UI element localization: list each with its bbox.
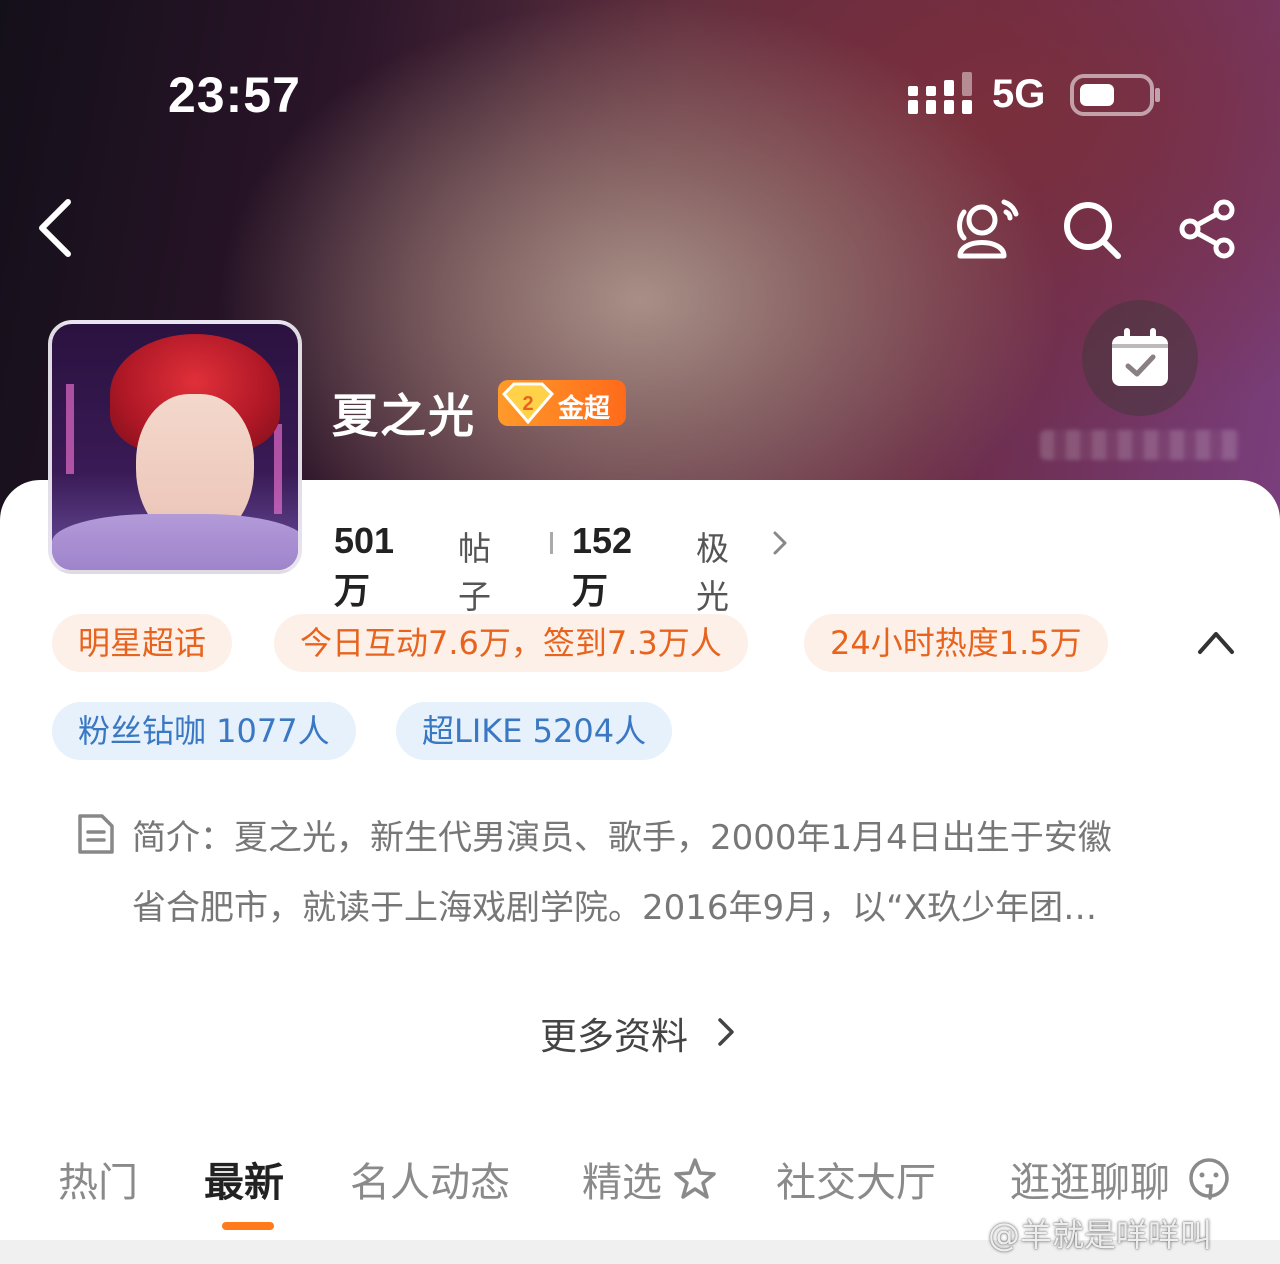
topic-name: 夏之光 (332, 389, 476, 443)
tag-fan-diamond[interactable]: 粉丝钻咖 1077人 (52, 702, 356, 760)
status-time: 23:57 (168, 67, 301, 123)
watermark: @羊就是咩咩叫 (988, 1216, 1213, 1254)
tag-24h-heat[interactable]: 24小时热度1.5万 (804, 614, 1108, 672)
stage-light (66, 384, 74, 474)
status-bar: 23:57 5G (0, 0, 1280, 190)
posts-count: 501万 (334, 520, 395, 611)
stage-light (274, 424, 282, 514)
chevron-right-icon (718, 1018, 734, 1046)
more-info-label: 更多资料 (540, 1015, 688, 1058)
diamond-icon: 2 (501, 382, 555, 424)
profile-card (0, 480, 1280, 1264)
avatar[interactable] (48, 320, 302, 574)
tab-celebrity-updates[interactable]: 名人动态 (350, 1150, 510, 1208)
chevron-up-icon[interactable] (1196, 628, 1236, 656)
more-info-link[interactable]: 更多资料 (540, 1006, 734, 1060)
network-label: 5G (992, 72, 1046, 116)
back-button[interactable] (30, 196, 80, 260)
chevron-right-icon[interactable] (772, 530, 788, 556)
tab-featured-label: 精选 (582, 1160, 662, 1206)
stats-divider (550, 532, 553, 554)
tag-star-topic[interactable]: 明星超话 (52, 614, 233, 672)
posts-label: 帖子 (458, 529, 491, 616)
star-sparkle-icon (674, 1158, 716, 1199)
intro-line-2: 省合肥市，就读于上海戏剧学院。2016年9月，以“X玖少年团… (132, 888, 1098, 928)
avatar-jacket (52, 514, 298, 570)
intro-line-1: 简介：夏之光，新生代男演员、歌手，2000年1月4日出生于安徽 (132, 818, 1112, 858)
signal-icon (908, 72, 972, 114)
tab-hot[interactable]: 热门 (58, 1150, 138, 1208)
chat-face-icon (1189, 1158, 1229, 1200)
badge-label: 金超 (558, 394, 611, 424)
battery-icon (1070, 74, 1160, 116)
document-icon (78, 814, 114, 854)
active-tab-indicator (222, 1222, 274, 1230)
aurora-label[interactable]: 极光 (696, 522, 729, 618)
aurora-count[interactable]: 152万 (572, 520, 632, 614)
tab-social-hall[interactable]: 社交大厅 (776, 1150, 936, 1208)
tab-latest[interactable]: 最新 (204, 1150, 284, 1208)
tab-featured[interactable]: 精选 (582, 1150, 662, 1208)
tag-super-like[interactable]: 超LIKE 5204人 (396, 702, 673, 760)
share-icon[interactable] (1178, 198, 1240, 260)
search-icon[interactable] (1060, 198, 1124, 262)
badge-level: 2 (522, 393, 533, 415)
tag-daily-interaction[interactable]: 今日互动7.6万，签到7.3万人 (274, 614, 748, 672)
friend-icon[interactable] (950, 196, 1024, 262)
gold-super-badge[interactable]: 2 金超 (498, 380, 626, 426)
checkin-button[interactable] (1082, 300, 1198, 416)
tab-browse-chat[interactable]: 逛逛聊聊 (1010, 1150, 1170, 1208)
blurred-text (1040, 430, 1240, 460)
calendar-check-icon (1112, 328, 1168, 386)
